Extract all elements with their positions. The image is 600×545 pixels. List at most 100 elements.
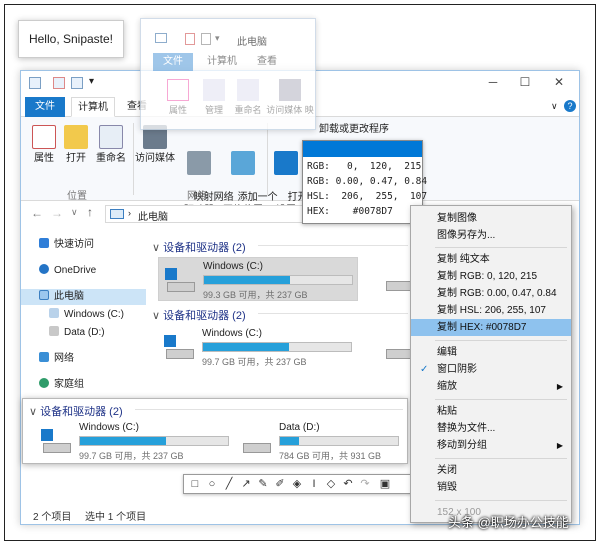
group-location-label: 位置 bbox=[67, 191, 87, 202]
folder-icon bbox=[64, 125, 88, 149]
ellipse-tool-icon[interactable]: ○ bbox=[205, 477, 219, 491]
new-folder-icon[interactable] bbox=[71, 77, 83, 89]
up-arrow-icon[interactable]: ↑ bbox=[87, 205, 93, 219]
drive-tile[interactable]: Windows (C:) 99.7 GB 可用，共 237 GB bbox=[158, 325, 358, 369]
computer-icon bbox=[29, 77, 41, 89]
rename-icon bbox=[99, 125, 123, 149]
menu-separator bbox=[435, 500, 567, 501]
drive-tile[interactable]: Windows (C:) 99.3 GB 可用，共 237 GB bbox=[158, 257, 358, 301]
properties-icon[interactable] bbox=[53, 77, 65, 89]
new-folder-icon bbox=[201, 33, 211, 45]
drive-tile: Windows (C:) 99.7 GB 可用，共 237 GB bbox=[35, 419, 235, 463]
menu-copy-hex[interactable]: 复制 HEX: #0078D7 bbox=[411, 319, 571, 336]
tab-computer[interactable]: 计算机 bbox=[71, 97, 115, 117]
properties-icon bbox=[185, 33, 195, 45]
drive-info: 99.7 GB 可用，共 237 GB bbox=[79, 451, 184, 461]
uninstall-button[interactable]: 卸载或更改程序 bbox=[301, 121, 425, 141]
eraser-tool-icon[interactable]: ◇ bbox=[324, 477, 338, 491]
group-network-label: 网络 bbox=[187, 191, 207, 202]
menu-window-shadow[interactable]: ✓ 窗口阴影 bbox=[411, 361, 571, 378]
drive-name: Data (D:) bbox=[279, 422, 320, 433]
computer-icon bbox=[155, 33, 167, 43]
forward-arrow-icon[interactable]: → bbox=[51, 206, 63, 220]
open-button[interactable]: 打开 bbox=[61, 125, 91, 165]
menu-copy-image[interactable]: 复制图像 bbox=[411, 210, 571, 227]
section-header[interactable]: ∨ 设备和驱动器 (2) bbox=[152, 307, 246, 323]
color-rgb: RGB: 0, 120, 215 bbox=[307, 161, 422, 172]
pin-icon[interactable]: ▣ bbox=[378, 477, 392, 491]
rename-button[interactable]: 重命名 bbox=[93, 125, 129, 165]
checkmark-icon: ✓ bbox=[420, 364, 429, 375]
redo-icon[interactable]: ↷ bbox=[358, 477, 372, 491]
pencil-tool-icon[interactable]: ✎ bbox=[256, 477, 270, 491]
snipaste-note[interactable]: Hello, Snipaste! bbox=[18, 20, 124, 58]
tab-file[interactable]: 文件 bbox=[25, 97, 65, 117]
back-arrow-icon[interactable]: ← bbox=[31, 206, 43, 220]
nav-homegroup[interactable]: 家庭组 bbox=[39, 377, 84, 393]
color-hsl: HSL: 206, 255, 107 bbox=[307, 191, 428, 202]
rectangle-tool-icon[interactable]: □ bbox=[188, 477, 202, 491]
maximize-button[interactable]: ☐ bbox=[511, 75, 539, 91]
section-header[interactable]: ∨ 设备和驱动器 (2) bbox=[152, 239, 246, 255]
menu-edit[interactable]: 编辑 bbox=[411, 344, 571, 361]
chevron-down-icon[interactable]: ▾ bbox=[89, 76, 94, 87]
nav-data-d[interactable]: Data (D:) bbox=[49, 325, 105, 341]
line-tool-icon[interactable]: ╱ bbox=[222, 477, 236, 491]
color-info-box: RGB: 0, 120, 215 RGB: 0.00, 0.47, 0.84 H… bbox=[302, 140, 427, 224]
homegroup-icon bbox=[39, 378, 49, 388]
nav-this-pc[interactable]: 此电脑 bbox=[39, 289, 84, 305]
nav-onedrive[interactable]: OneDrive bbox=[39, 263, 96, 279]
color-rgbf: RGB: 0.00, 0.47, 0.84 bbox=[307, 176, 428, 187]
access-media-button[interactable]: 访问媒体 bbox=[135, 125, 175, 165]
open-label: 打开 bbox=[66, 153, 86, 164]
ghost-manage: 管理 bbox=[197, 79, 231, 116]
drive-tile: Data (D:) 784 GB 可用，共 931 GB bbox=[235, 419, 405, 463]
menu-zoom[interactable]: 缩放 ▶ bbox=[411, 378, 571, 395]
drive-info: 784 GB 可用，共 931 GB bbox=[279, 451, 382, 461]
menu-close[interactable]: 关闭 bbox=[411, 462, 571, 479]
expand-ribbon-icon[interactable]: ∨ bbox=[551, 101, 558, 112]
pinned-ghost-window[interactable]: ▾ 此电脑 文件 计算机 查看 属性 管理 重命名 访问媒体 映 bbox=[140, 18, 316, 130]
menu-replace-file[interactable]: 替换为文件... bbox=[411, 420, 571, 437]
nav-windows-c[interactable]: Windows (C:) bbox=[49, 307, 124, 323]
pinned-image[interactable]: ∨ 设备和驱动器 (2) Windows (C:) 99.7 GB 可用，共 2… bbox=[22, 398, 408, 464]
annotation-toolbar: □ ○ ╱ ↗ ✎ ✐ ◈ I ◇ ↶ ↷ ▣ bbox=[183, 474, 415, 494]
drive-icon bbox=[49, 326, 59, 336]
menu-copy-rgb[interactable]: 复制 RGB: 0, 120, 215 bbox=[411, 268, 571, 285]
menu-separator bbox=[435, 247, 567, 248]
help-icon[interactable]: ? bbox=[564, 100, 576, 112]
minimize-button[interactable]: ─ bbox=[479, 75, 507, 91]
menu-copy-text[interactable]: 复制 纯文本 bbox=[411, 251, 571, 268]
menu-copy-rgbf[interactable]: 复制 RGB: 0.00, 0.47, 0.84 bbox=[411, 285, 571, 302]
network-drive-icon bbox=[187, 151, 211, 175]
drive-usage-bar bbox=[203, 275, 353, 285]
menu-move-to-group[interactable]: 移动到分组 ▶ bbox=[411, 437, 571, 454]
cloud-icon bbox=[39, 264, 49, 274]
recent-chevron-icon[interactable]: ∨ bbox=[71, 207, 78, 218]
properties-button[interactable]: 属性 bbox=[29, 125, 59, 165]
ghost-tab-computer: 计算机 bbox=[207, 56, 237, 67]
drive-name: Windows (C:) bbox=[202, 328, 263, 339]
section-divider bbox=[135, 409, 403, 410]
undo-icon[interactable]: ↶ bbox=[341, 477, 355, 491]
menu-copy-hsl[interactable]: 复制 HSL: 206, 255, 107 bbox=[411, 302, 571, 319]
ghost-properties: 属性 bbox=[161, 79, 195, 116]
network-icon bbox=[39, 352, 49, 362]
nav-network[interactable]: 网络 bbox=[39, 351, 74, 367]
text-tool-icon[interactable]: I bbox=[307, 477, 321, 491]
rename-label: 重命名 bbox=[96, 153, 126, 164]
ghost-rename: 重命名 bbox=[231, 79, 265, 116]
close-button[interactable]: ✕ bbox=[545, 75, 573, 91]
ghost-tab-view: 查看 bbox=[257, 56, 277, 67]
arrow-tool-icon[interactable]: ↗ bbox=[239, 477, 253, 491]
marker-tool-icon[interactable]: ✐ bbox=[273, 477, 287, 491]
nav-quick-access[interactable]: 快速访问 bbox=[39, 237, 94, 253]
menu-separator bbox=[435, 458, 567, 459]
menu-destroy[interactable]: 销毁 bbox=[411, 479, 571, 496]
item-count: 2 个项目 bbox=[33, 512, 72, 523]
windows-drive-icon bbox=[41, 429, 73, 455]
menu-paste[interactable]: 粘贴 bbox=[411, 403, 571, 420]
mosaic-tool-icon[interactable]: ◈ bbox=[290, 477, 304, 491]
ghost-access-media: 访问媒体 映 bbox=[265, 79, 315, 116]
menu-save-as[interactable]: 图像另存为... bbox=[411, 227, 571, 244]
